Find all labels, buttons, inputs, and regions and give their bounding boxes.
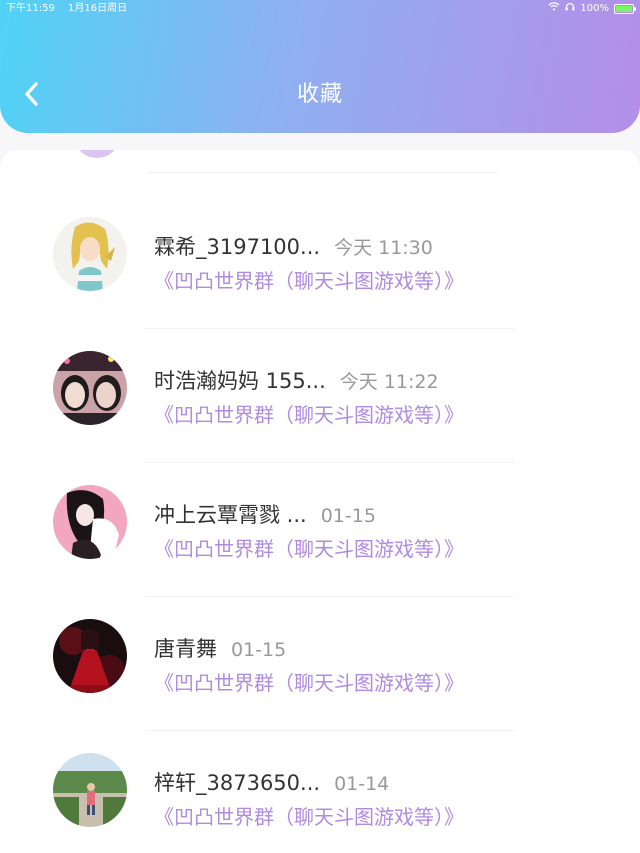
sender-name: 冲上云覃霄戮 ... [154, 503, 307, 527]
battery-fill [616, 6, 632, 12]
status-date: 1月16日周日 [68, 3, 128, 14]
sender-name: 梓轩_3873650... [154, 771, 321, 795]
favorite-item[interactable]: 冲上云覃霄戮 ... 01-15 《凹凸世界群（聊天斗图游戏等）》 [0, 442, 640, 597]
list-item-partial [0, 150, 640, 174]
item-name: 唐青舞 01-15 [154, 636, 286, 663]
favorites-list: 霖希_3197100... 今天 11:30 《凹凸世界群（聊天斗图游戏等）》 时… [0, 150, 640, 853]
group-name[interactable]: 《凹凸世界群（聊天斗图游戏等）》 [154, 536, 464, 562]
sender-name: 霖希_3197100... [154, 235, 321, 259]
page-title: 收藏 [296, 82, 343, 107]
status-right: 100% [543, 0, 636, 18]
status-time: 下午11:59 [6, 3, 55, 14]
avatar[interactable] [53, 485, 127, 559]
group-name[interactable]: 《凹凸世界群（聊天斗图游戏等）》 [154, 670, 464, 696]
item-time: 今天 11:30 [334, 237, 433, 259]
sender-name: 唐青舞 [154, 637, 217, 661]
item-name: 时浩瀚妈妈 155... 今天 11:22 [154, 368, 439, 395]
avatar[interactable] [53, 619, 127, 693]
item-time: 01-15 [320, 505, 376, 527]
headphones-icon [565, 0, 575, 18]
avatar[interactable] [53, 351, 127, 425]
avatar [76, 150, 118, 158]
sender-name: 时浩瀚妈妈 155... [154, 369, 326, 393]
group-name[interactable]: 《凹凸世界群（聊天斗图游戏等）》 [154, 268, 464, 294]
favorite-item[interactable]: 霖希_3197100... 今天 11:30 《凹凸世界群（聊天斗图游戏等）》 [0, 174, 640, 329]
divider [148, 172, 498, 173]
item-time: 01-15 [231, 639, 287, 661]
avatar[interactable] [53, 753, 127, 827]
battery-icon [614, 4, 636, 14]
item-name: 梓轩_3873650... 01-14 [154, 770, 389, 797]
battery-percent: 100% [580, 3, 609, 14]
status-left: 下午11:59 1月16日周日 [6, 0, 127, 18]
wifi-icon [548, 0, 560, 18]
avatar[interactable] [53, 217, 127, 291]
group-name[interactable]: 《凹凸世界群（聊天斗图游戏等）》 [154, 804, 464, 830]
header-bar: 下午11:59 1月16日周日 100% 收藏 [0, 0, 640, 133]
item-time: 01-14 [334, 773, 390, 795]
favorite-item[interactable]: 梓轩_3873650... 01-14 《凹凸世界群（聊天斗图游戏等）》 [0, 710, 640, 844]
group-name[interactable]: 《凹凸世界群（聊天斗图游戏等）》 [154, 402, 464, 428]
favorite-item[interactable]: 时浩瀚妈妈 155... 今天 11:22 《凹凸世界群（聊天斗图游戏等）》 [0, 308, 640, 463]
item-name: 冲上云覃霄戮 ... 01-15 [154, 502, 376, 529]
item-time: 今天 11:22 [339, 371, 439, 393]
favorite-item[interactable]: 唐青舞 01-15 《凹凸世界群（聊天斗图游戏等）》 [0, 576, 640, 731]
status-bar: 下午11:59 1月16日周日 100% [0, 0, 640, 18]
item-name: 霖希_3197100... 今天 11:30 [154, 234, 433, 261]
